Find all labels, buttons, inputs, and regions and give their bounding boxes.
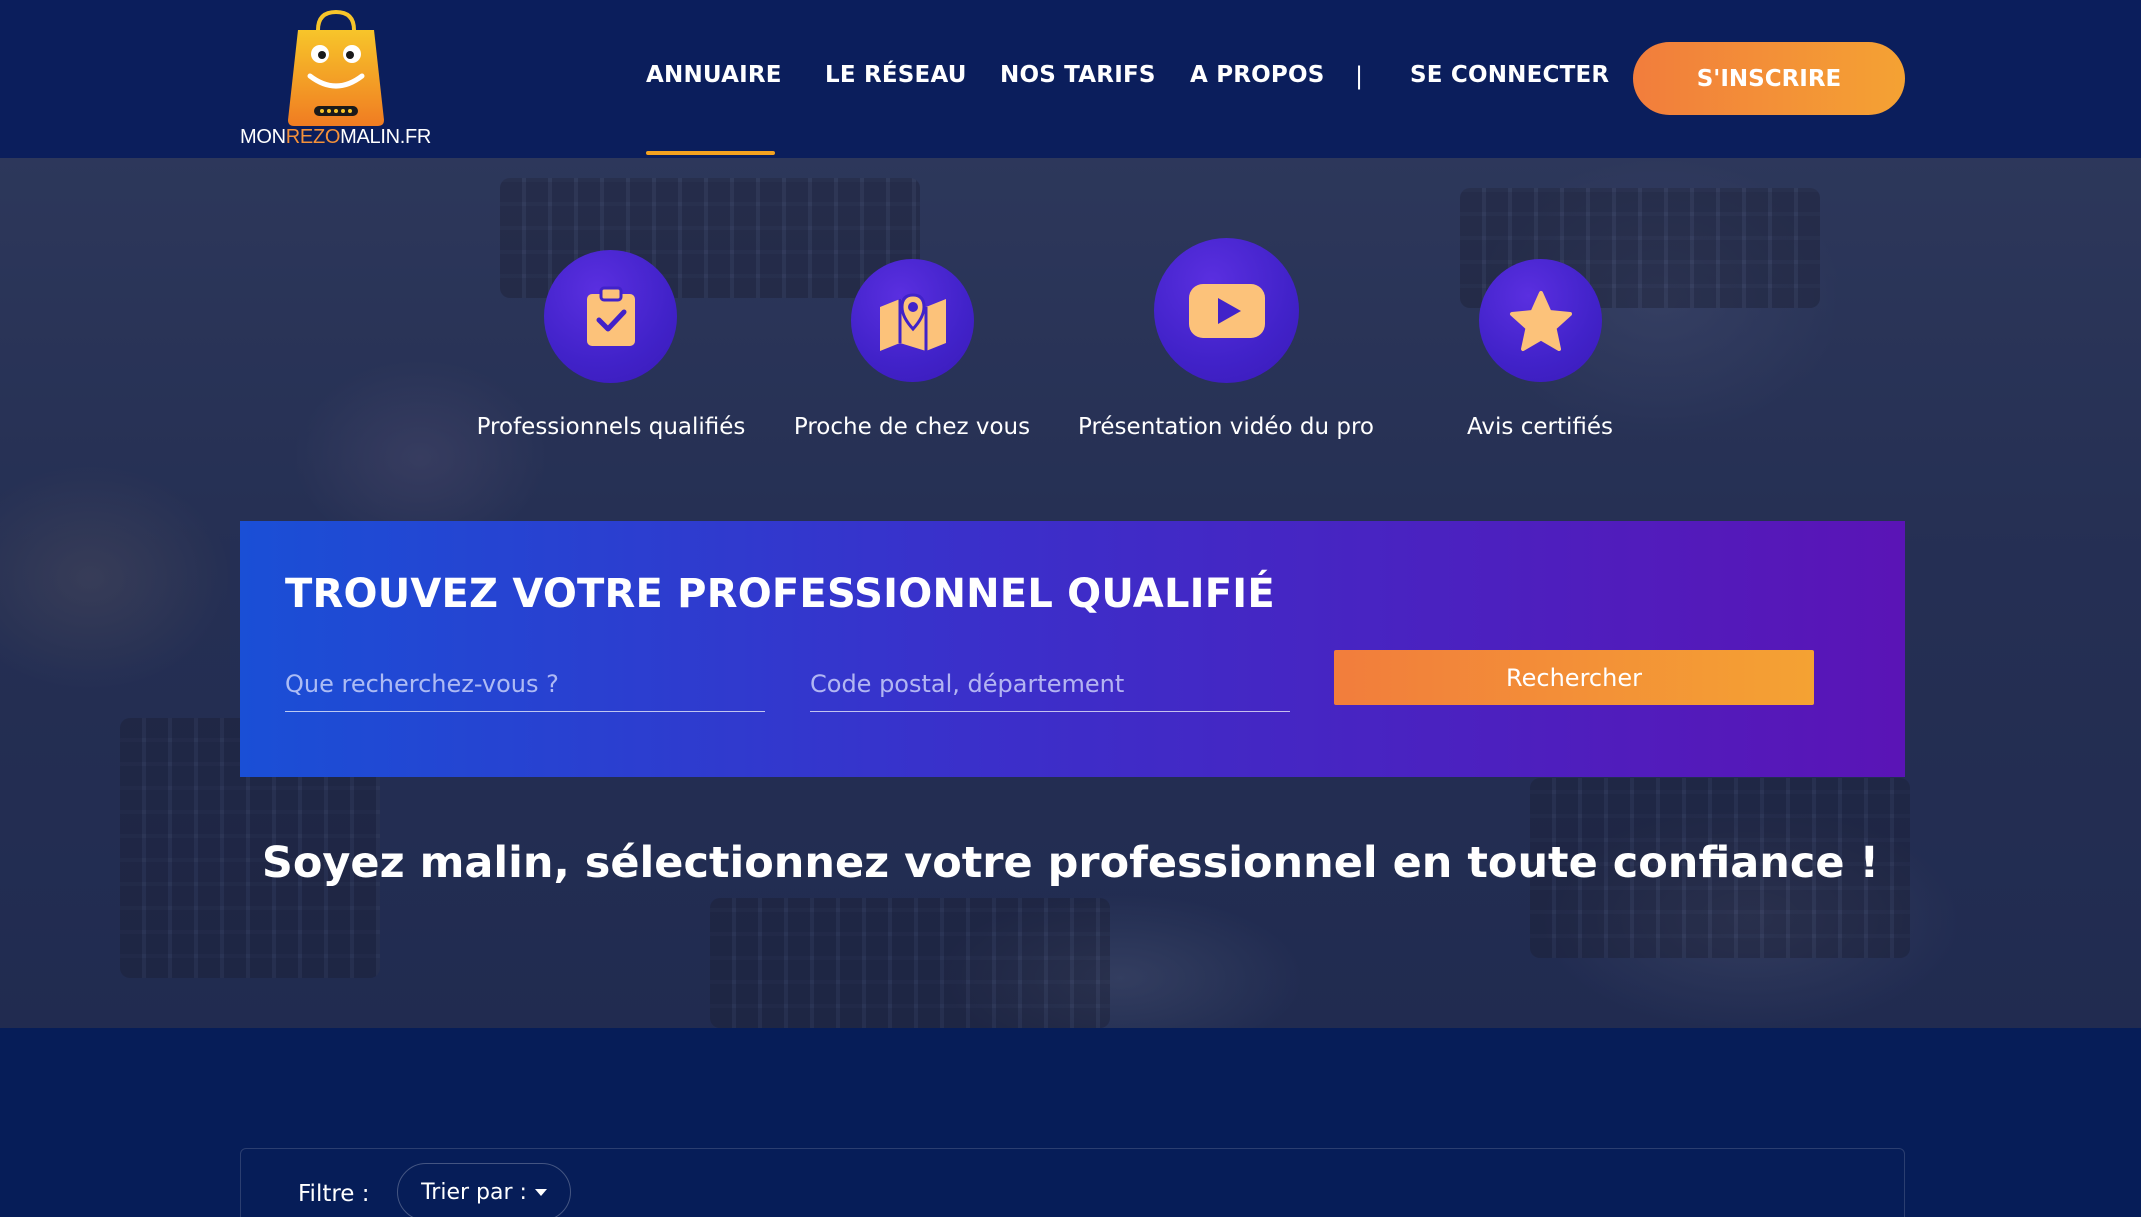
feature-label: Présentation vidéo du pro (1077, 414, 1375, 440)
clipboard-check-icon (544, 250, 677, 383)
nav-separator: | (1355, 62, 1364, 90)
filter-label: Filtre : (298, 1181, 370, 1207)
video-play-icon (1154, 238, 1299, 383)
signup-button[interactable]: S'INSCRIRE (1633, 42, 1905, 115)
caret-down-icon (534, 1188, 547, 1196)
star-icon (1479, 259, 1602, 382)
nav-le-reseau[interactable]: LE RÉSEAU (825, 62, 967, 88)
nav-active-indicator (646, 151, 775, 155)
main-nav: ANNUAIRE LE RÉSEAU NOS TARIFS A PROPOS |… (0, 0, 2141, 158)
feature-label: Professionnels qualifiés (476, 414, 746, 440)
nav-nos-tarifs[interactable]: NOS TARIFS (1000, 62, 1156, 88)
feature-label: Avis certifiés (1467, 414, 1613, 440)
nav-a-propos[interactable]: A PROPOS (1190, 62, 1325, 88)
results-section: Filtre : Trier par : (0, 1028, 2141, 1217)
nav-annuaire[interactable]: ANNUAIRE (646, 62, 782, 88)
sort-dropdown[interactable]: Trier par : (397, 1163, 571, 1217)
feature-label: Proche de chez vous (793, 414, 1031, 440)
hero-tagline: Soyez malin, sélectionnez votre professi… (261, 838, 1880, 888)
site-header: MONREZOMALIN.FR ANNUAIRE LE RÉSEAU NOS T… (0, 0, 2141, 158)
search-panel: TROUVEZ VOTRE PROFESSIONNEL QUALIFIÉ Rec… (240, 521, 1905, 777)
search-button[interactable]: Rechercher (1334, 650, 1814, 705)
nav-login[interactable]: SE CONNECTER (1410, 62, 1609, 88)
filter-bar: Filtre : Trier par : (240, 1148, 1905, 1217)
sort-dropdown-label: Trier par : (421, 1179, 527, 1205)
search-location-input[interactable] (810, 656, 1290, 712)
search-title: TROUVEZ VOTRE PROFESSIONNEL QUALIFIÉ (285, 571, 1275, 617)
search-query-input[interactable] (285, 656, 765, 712)
map-pin-icon (851, 259, 974, 382)
